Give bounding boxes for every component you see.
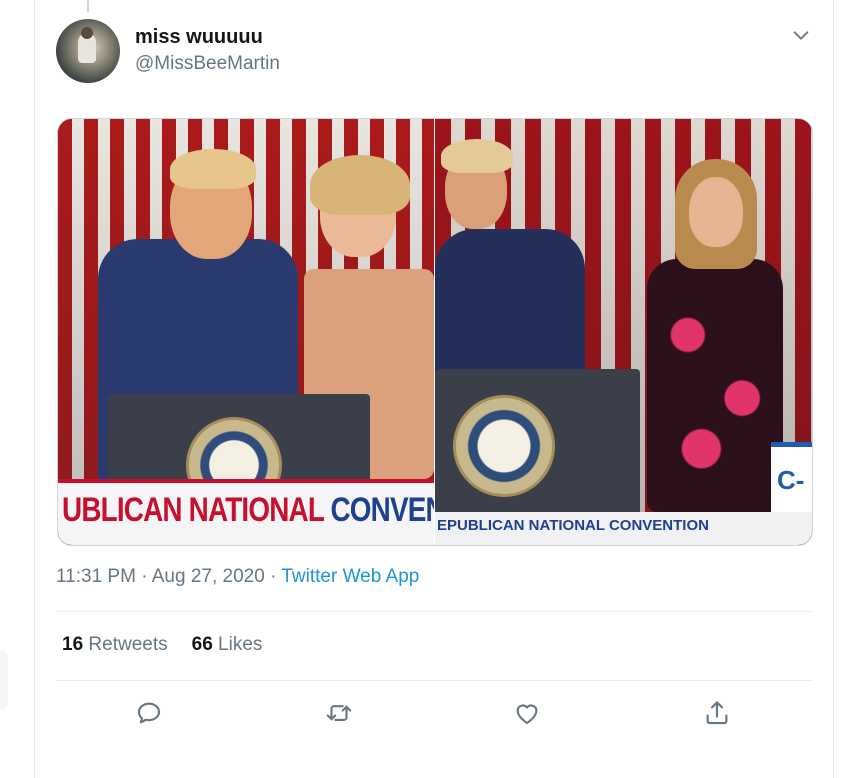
avatar[interactable] (56, 19, 120, 83)
tweet-source-link[interactable]: Twitter Web App (281, 566, 419, 587)
retweets-stat[interactable]: 16 Retweets (62, 634, 168, 655)
likes-count: 66 (191, 634, 213, 655)
heart-icon[interactable] (512, 698, 542, 728)
divider-bottom (56, 680, 812, 681)
tweet-metadata: 11:31 PM · Aug 27, 2020 · Twitter Web Ap… (56, 566, 419, 588)
thread-line (87, 0, 89, 12)
retweet-icon[interactable] (324, 698, 354, 728)
media-right-panel: C- EPUBLICAN NATIONAL CONVENTION (435, 119, 812, 545)
side-panel-edge (0, 650, 8, 710)
tweet-stats: 16 Retweets 66 Likes (62, 634, 262, 656)
left-banner-text-blue: CONVEN (330, 491, 434, 529)
chevron-down-icon[interactable] (790, 24, 812, 46)
share-icon[interactable] (702, 698, 732, 728)
tweet-timestamp[interactable]: 11:31 PM · Aug 27, 2020 · (56, 566, 281, 587)
media-left-panel: UBLICAN NATIONAL CONVEN (58, 119, 434, 545)
left-banner-text-red: UBLICAN NATIONAL (62, 491, 331, 529)
user-handle[interactable]: @MissBeeMartin (135, 53, 280, 75)
left-banner: UBLICAN NATIONAL CONVEN (58, 479, 434, 545)
retweets-count: 16 (62, 634, 84, 655)
reply-icon[interactable] (134, 698, 164, 728)
likes-label: Likes (218, 634, 263, 655)
right-banner-text: EPUBLICAN NATIONAL CONVENTION (437, 517, 709, 534)
network-logo-text: C- (777, 465, 805, 495)
tweet-media-image[interactable]: UBLICAN NATIONAL CONVEN C- EPUBLICAN NAT… (57, 118, 813, 546)
right-banner: EPUBLICAN NATIONAL CONVENTION (435, 512, 812, 545)
dress-figure (647, 259, 783, 512)
retweets-label: Retweets (88, 634, 168, 655)
avatar-head (81, 27, 93, 39)
likes-stat[interactable]: 66 Likes (192, 634, 263, 655)
divider-top (56, 611, 812, 612)
presidential-seal-right (453, 395, 555, 497)
network-logo: C- (771, 442, 812, 515)
display-name[interactable]: miss wuuuuu (135, 26, 263, 49)
tweet-page: miss wuuuuu @MissBeeMartin UBLICAN NATIO… (0, 0, 864, 778)
